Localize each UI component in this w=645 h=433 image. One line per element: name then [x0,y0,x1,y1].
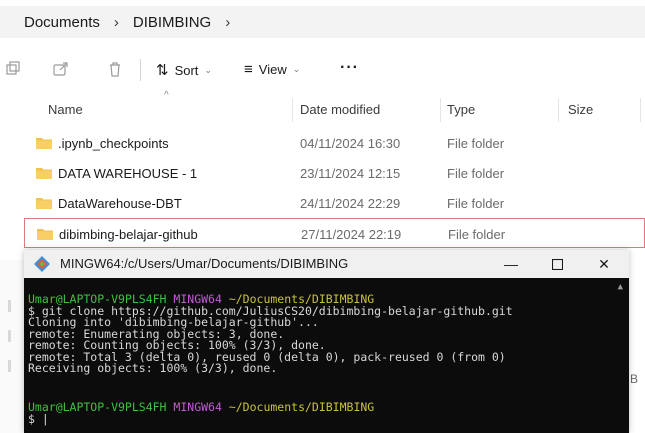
terminal-output[interactable]: ▲ Umar@LAPTOP-V9PLS4FH MINGW64 ~/Documen… [24,278,629,433]
share-icon[interactable] [52,60,70,78]
chevron-right-icon[interactable]: › [215,14,240,31]
file-list-header: ^ Name Date modified Type Size [0,90,645,124]
sort-icon: ⇅ [156,62,169,79]
column-divider[interactable] [292,98,293,122]
maximize-button[interactable] [542,253,572,275]
chevron-down-icon: ⌄ [204,64,212,75]
file-name: DataWarehouse-DBT [58,196,182,211]
view-button[interactable]: ≡ View ⌄ [244,61,300,78]
output-line: Receiving objects: 100% (3/3), done. [28,361,278,375]
column-divider[interactable] [558,98,559,122]
file-type: File folder [448,227,506,242]
file-type: File folder [447,136,505,151]
breadcrumb: Documents › DIBIMBING › [0,6,645,38]
delete-icon[interactable] [106,60,124,78]
folder-icon [36,198,52,209]
file-date: 23/11/2024 12:15 [300,166,401,181]
column-header-size[interactable]: Size [568,102,593,117]
toolbar-divider [140,59,141,81]
scroll-marker [8,330,11,342]
prompt-path: ~/Documents/DIBIMBING [228,400,375,414]
sort-label: Sort [174,62,199,78]
list-item-selected[interactable]: dibimbing-belajar-github 27/11/2024 22:1… [24,218,645,248]
folder-icon [36,138,52,149]
chevron-right-icon: › [113,13,119,31]
scroll-marker [8,300,11,312]
breadcrumb-item-dibimbing[interactable]: DIBIMBING [129,14,215,31]
file-date: 24/11/2024 22:29 [300,196,401,211]
column-header-type[interactable]: Type [447,102,475,117]
file-name: dibimbing-belajar-github [59,227,198,242]
file-name: DATA WAREHOUSE - 1 [58,166,198,181]
file-type: File folder [447,166,505,181]
prompt-env: MINGW64 [173,400,222,414]
background-size-peek: B [630,372,639,386]
column-header-date[interactable]: Date modified [300,102,380,117]
breadcrumb-item-documents[interactable]: Documents [20,14,104,31]
prompt-line: Umar@LAPTOP-V9PLS4FH MINGW64 ~/Documents… [28,400,375,414]
command-toolbar: ⇅ Sort ⌄ ≡ View ⌄ ··· [0,52,645,88]
list-item[interactable]: DataWarehouse-DBT 24/11/2024 22:29 File … [24,188,645,218]
more-options-button[interactable]: ··· [340,59,359,77]
view-label: View [258,62,287,77]
file-type: File folder [447,196,505,211]
maximize-icon [551,258,563,270]
column-divider[interactable] [640,98,641,122]
file-date: 04/11/2024 16:30 [300,136,401,151]
terminal-title-bar[interactable]: MINGW64:/c/Users/Umar/Documents/DIBIMBIN… [24,250,629,278]
file-date: 27/11/2024 22:19 [301,227,402,242]
terminal-title: MINGW64:/c/Users/Umar/Documents/DIBIMBIN… [60,256,349,271]
scroll-marker [8,360,11,372]
view-icon: ≡ [244,61,253,78]
column-header-name[interactable]: Name [48,102,83,117]
scroll-up-icon[interactable]: ▲ [618,282,623,294]
list-item[interactable]: .ipynb_checkpoints 04/11/2024 16:30 File… [24,128,645,158]
file-name: .ipynb_checkpoints [58,136,169,151]
terminal-window[interactable]: MINGW64:/c/Users/Umar/Documents/DIBIMBIN… [24,250,629,433]
folder-icon [37,229,53,240]
minimize-button[interactable]: — [496,253,526,275]
git-bash-icon [34,256,50,272]
folder-icon [36,168,52,179]
explorer-left-strip [0,260,24,433]
sort-ascending-icon: ^ [164,90,169,101]
copy-icon[interactable] [4,60,22,78]
chevron-down-icon: ⌄ [292,64,301,74]
sort-button[interactable]: ⇅ Sort ⌄ [156,61,212,79]
column-divider[interactable] [440,98,441,122]
cursor-line[interactable]: $ | [28,413,49,426]
close-button[interactable]: ✕ [589,253,619,275]
list-item[interactable]: DATA WAREHOUSE - 1 23/11/2024 12:15 File… [24,158,645,188]
